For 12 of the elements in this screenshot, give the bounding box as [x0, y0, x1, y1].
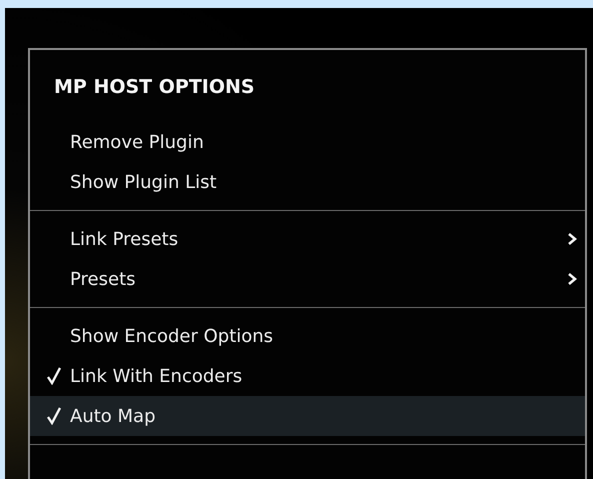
menu-item[interactable]: Remove Plugin — [30, 122, 585, 162]
chevron-right-icon — [567, 272, 577, 286]
check-icon — [47, 367, 61, 385]
menu-item[interactable]: Link With Encoders — [30, 356, 585, 396]
check-icon — [47, 407, 61, 425]
menu-item[interactable]: Link Presets — [30, 219, 585, 259]
chevron-right-icon — [567, 232, 577, 246]
menu-item[interactable]: Show Encoder Options — [30, 316, 585, 356]
menu-item[interactable]: Presets — [30, 259, 585, 299]
menu-item[interactable]: Show Plugin List — [30, 162, 585, 202]
menu-item[interactable]: Auto Map — [30, 396, 585, 436]
menu-title: MP HOST OPTIONS — [53, 76, 256, 100]
